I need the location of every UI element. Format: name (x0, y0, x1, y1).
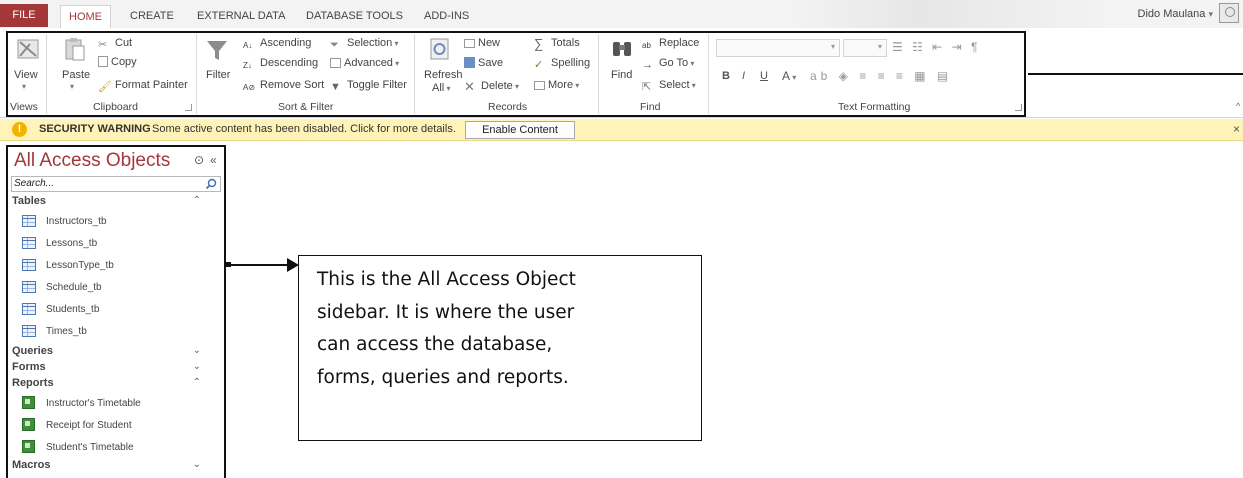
chevron-up-icon: ⌃ (192, 377, 201, 388)
title-decoration (790, 0, 1110, 28)
list-item[interactable]: Lessons_tb (20, 235, 220, 255)
chevron-down-icon: ▾ (1208, 9, 1213, 19)
warning-icon: ! (12, 122, 27, 137)
security-warning-title: SECURITY WARNING (39, 123, 151, 135)
search-icon[interactable] (205, 178, 217, 190)
nav-section-macros[interactable]: Macros ⌄ (12, 459, 217, 471)
table-icon (22, 281, 36, 293)
avatar[interactable] (1219, 3, 1239, 23)
table-icon (22, 325, 36, 337)
search-input[interactable]: Search... (11, 176, 221, 192)
nav-section-tables[interactable]: Tables ⌃ (12, 195, 217, 207)
security-warning-bar: ! SECURITY WARNING Some active content h… (0, 119, 1243, 141)
callout-line: can access the database, (317, 334, 553, 355)
ribbon-highlight-box (6, 31, 1026, 117)
collapse-pane-icon[interactable]: « (210, 153, 217, 167)
chevron-down-icon: ⌄ (192, 459, 201, 470)
table-icon (22, 215, 36, 227)
nav-section-forms[interactable]: Forms ⌄ (12, 361, 217, 373)
nav-menu-icon[interactable]: ⊙ (194, 153, 204, 167)
chevron-down-icon: ⌄ (192, 345, 201, 356)
search-placeholder: Search... (14, 178, 55, 189)
security-warning-message[interactable]: Some active content has been disabled. C… (152, 123, 456, 135)
report-icon (22, 418, 35, 431)
enable-content-button[interactable]: Enable Content (465, 121, 575, 139)
chevron-up-icon: ⌃ (192, 195, 201, 206)
annotation-callout: This is the All Access Object sidebar. I… (298, 255, 702, 441)
list-item[interactable]: Schedule_tb (20, 279, 220, 299)
report-icon (22, 440, 35, 453)
callout-line: forms, queries and reports. (317, 366, 569, 388)
nav-pane-title[interactable]: All Access Objects (14, 150, 170, 172)
table-icon (22, 259, 36, 271)
list-item[interactable]: Students_tb (20, 301, 220, 321)
user-account[interactable]: Dido Maulana ▾ (1138, 8, 1213, 20)
nav-section-reports[interactable]: Reports ⌃ (12, 377, 217, 389)
annotation-arrow-line (229, 264, 289, 266)
callout-line: This is the All Access Object (317, 269, 576, 290)
list-item[interactable]: Instructor's Timetable (20, 395, 220, 415)
user-name: Dido Maulana (1137, 8, 1206, 20)
collapse-ribbon-icon[interactable]: ^ (1236, 101, 1240, 111)
tab-external-data[interactable]: EXTERNAL DATA (189, 5, 293, 28)
list-item[interactable]: Receipt for Student (20, 417, 220, 437)
navigation-pane: All Access Objects ⊙ « Search... Tables ⌃… (6, 145, 226, 478)
tab-database-tools[interactable]: DATABASE TOOLS (298, 5, 411, 28)
close-icon[interactable]: × (1233, 122, 1240, 136)
report-icon (22, 396, 35, 409)
list-item[interactable]: Times_tb (20, 323, 220, 343)
ribbon-tab-bar: FILE HOME CREATE EXTERNAL DATA DATABASE … (0, 0, 1243, 28)
list-item[interactable]: Instructors_tb (20, 213, 220, 233)
chevron-down-icon: ⌄ (192, 361, 201, 372)
callout-line: sidebar. It is where the user (317, 301, 575, 323)
tab-file[interactable]: FILE (0, 4, 48, 27)
table-icon (22, 303, 36, 315)
nav-section-queries[interactable]: Queries ⌄ (12, 345, 217, 357)
list-item[interactable]: LessonType_tb (20, 257, 220, 277)
list-item[interactable]: Student's Timetable (20, 439, 220, 459)
tab-home[interactable]: HOME (60, 5, 111, 28)
tab-create[interactable]: CREATE (122, 5, 182, 28)
tab-add-ins[interactable]: ADD-INS (416, 5, 477, 28)
table-icon (22, 237, 36, 249)
annotation-pointer-line (1028, 73, 1243, 75)
